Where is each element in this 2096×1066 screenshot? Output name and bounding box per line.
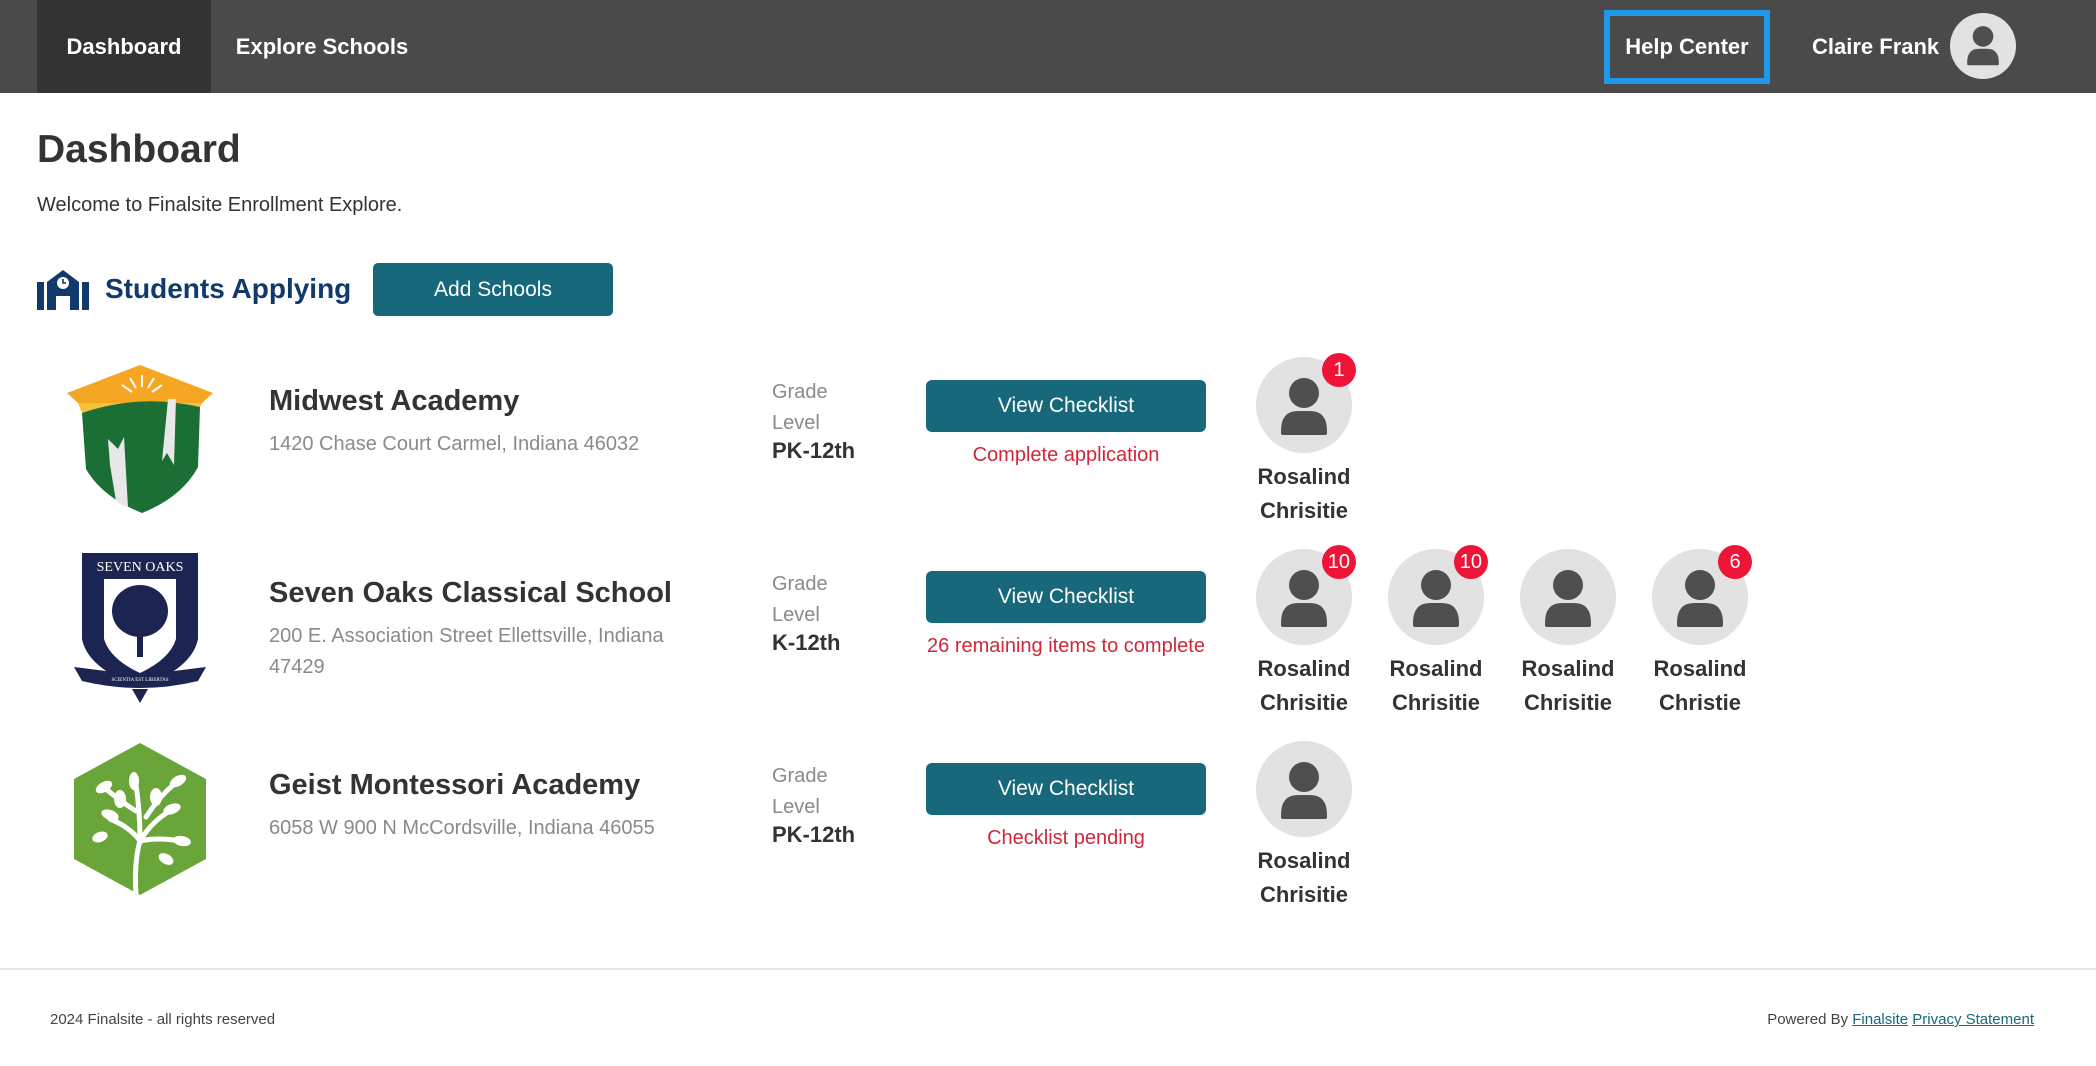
students-list: Rosalind Chrisitie bbox=[1256, 741, 1388, 912]
school-row: SEVEN OAKS SCIENTIA EST LIBERTAS Seven O… bbox=[0, 545, 2096, 739]
student-name: Rosalind Chrisitie bbox=[1257, 848, 1351, 907]
student-card[interactable]: 6 Rosalind Christie bbox=[1652, 545, 1752, 720]
notification-badge: 10 bbox=[1453, 545, 1488, 579]
logo-text-top: SEVEN OAKS bbox=[97, 560, 184, 575]
footer-copyright: 2024 Finalsite - all rights reserved bbox=[50, 1011, 276, 1028]
grade-level-value: PK-12th bbox=[772, 438, 856, 463]
privacy-statement-link[interactable]: Privacy Statement bbox=[1912, 1011, 2034, 1028]
student-avatar-icon: 6 bbox=[1652, 545, 1752, 645]
midwest-academy-logo bbox=[67, 365, 213, 513]
checklist-status: Complete application bbox=[972, 444, 1160, 466]
student-card[interactable]: 10 Rosalind Chrisitie bbox=[1256, 545, 1356, 720]
school-address: 1420 Chase Court Carmel, Indiana 46032 bbox=[269, 433, 640, 455]
student-card[interactable]: Rosalind Chrisitie bbox=[1520, 549, 1616, 720]
school-address: 6058 W 900 N McCordsville, Indiana 46055 bbox=[269, 817, 655, 839]
student-name: Rosalind Christie bbox=[1653, 656, 1747, 715]
nav-tab-explore-schools[interactable]: Explore Schools bbox=[222, 0, 422, 93]
student-avatar-icon bbox=[1520, 549, 1616, 645]
welcome-message: Welcome to Finalsite Enrollment Explore. bbox=[37, 194, 403, 216]
add-schools-button[interactable]: Add Schools bbox=[373, 263, 613, 316]
school-name[interactable]: Geist Montessori Academy bbox=[269, 769, 640, 802]
logo-motto: SCIENTIA EST LIBERTAS bbox=[112, 678, 169, 683]
student-card[interactable]: 1 Rosalind Chrisitie bbox=[1256, 353, 1356, 528]
notification-badge: 10 bbox=[1321, 545, 1356, 579]
student-avatar-icon: 1 bbox=[1256, 353, 1356, 453]
school-row: Midwest Academy 1420 Chase Court Carmel,… bbox=[0, 353, 2096, 547]
seven-oaks-logo: SEVEN OAKS SCIENTIA EST LIBERTAS bbox=[74, 553, 206, 703]
student-name: Rosalind Chrisitie bbox=[1521, 656, 1615, 715]
student-avatar-icon bbox=[1256, 741, 1352, 837]
grade-level-label: Grade Level bbox=[772, 765, 828, 818]
students-applying-header: Students Applying bbox=[37, 262, 351, 316]
nav-tab-dashboard[interactable]: Dashboard bbox=[37, 0, 211, 93]
student-name: Rosalind Chrisitie bbox=[1389, 656, 1483, 715]
school-row: Geist Montessori Academy 6058 W 900 N Mc… bbox=[0, 741, 2096, 931]
students-list: 1 Rosalind Chrisitie bbox=[1256, 353, 1388, 528]
school-name[interactable]: Seven Oaks Classical School bbox=[269, 577, 672, 610]
view-checklist-button[interactable]: View Checklist bbox=[926, 763, 1206, 815]
grade-level-value: PK-12th bbox=[772, 822, 856, 847]
student-card[interactable]: 10 Rosalind Chrisitie bbox=[1388, 545, 1488, 720]
school-name[interactable]: Midwest Academy bbox=[269, 385, 519, 418]
user-avatar-icon[interactable] bbox=[1950, 13, 2016, 79]
top-navigation-bar: Dashboard Explore Schools Help Center Cl… bbox=[0, 0, 2096, 93]
student-avatar-icon: 10 bbox=[1256, 545, 1356, 645]
grade-level-label: Grade Level bbox=[772, 573, 828, 626]
notification-badge: 6 bbox=[1718, 545, 1752, 579]
school-address: 200 E. Association Street Ellettsville, … bbox=[269, 625, 664, 678]
checklist-status: 26 remaining items to complete bbox=[927, 635, 1205, 657]
section-title: Students Applying bbox=[105, 273, 352, 304]
footer-links: Powered By Finalsite Privacy Statement bbox=[1767, 1011, 2034, 1028]
school-building-icon bbox=[37, 270, 89, 310]
geist-montessori-logo bbox=[74, 743, 206, 897]
checklist-status: Checklist pending bbox=[987, 827, 1145, 849]
student-name: Rosalind Chrisitie bbox=[1257, 464, 1351, 523]
page-title: Dashboard bbox=[37, 128, 241, 171]
student-name: Rosalind Chrisitie bbox=[1257, 656, 1351, 715]
student-card[interactable]: Rosalind Chrisitie bbox=[1256, 741, 1352, 912]
grade-level-value: K-12th bbox=[772, 630, 841, 655]
finalsite-link[interactable]: Finalsite bbox=[1852, 1011, 1908, 1028]
user-name[interactable]: Claire Frank bbox=[1812, 0, 1939, 93]
view-checklist-button[interactable]: View Checklist bbox=[926, 380, 1206, 432]
students-list: 10 Rosalind Chrisitie 10 Rosalind Chrisi… bbox=[1256, 545, 1784, 720]
footer-divider bbox=[0, 968, 2096, 970]
powered-by-label: Powered By bbox=[1767, 1011, 1849, 1028]
help-center-link[interactable]: Help Center bbox=[1604, 10, 1770, 84]
view-checklist-button[interactable]: View Checklist bbox=[926, 571, 1206, 623]
notification-badge: 1 bbox=[1322, 353, 1356, 387]
student-avatar-icon: 10 bbox=[1388, 545, 1488, 645]
grade-level-label: Grade Level bbox=[772, 381, 828, 434]
